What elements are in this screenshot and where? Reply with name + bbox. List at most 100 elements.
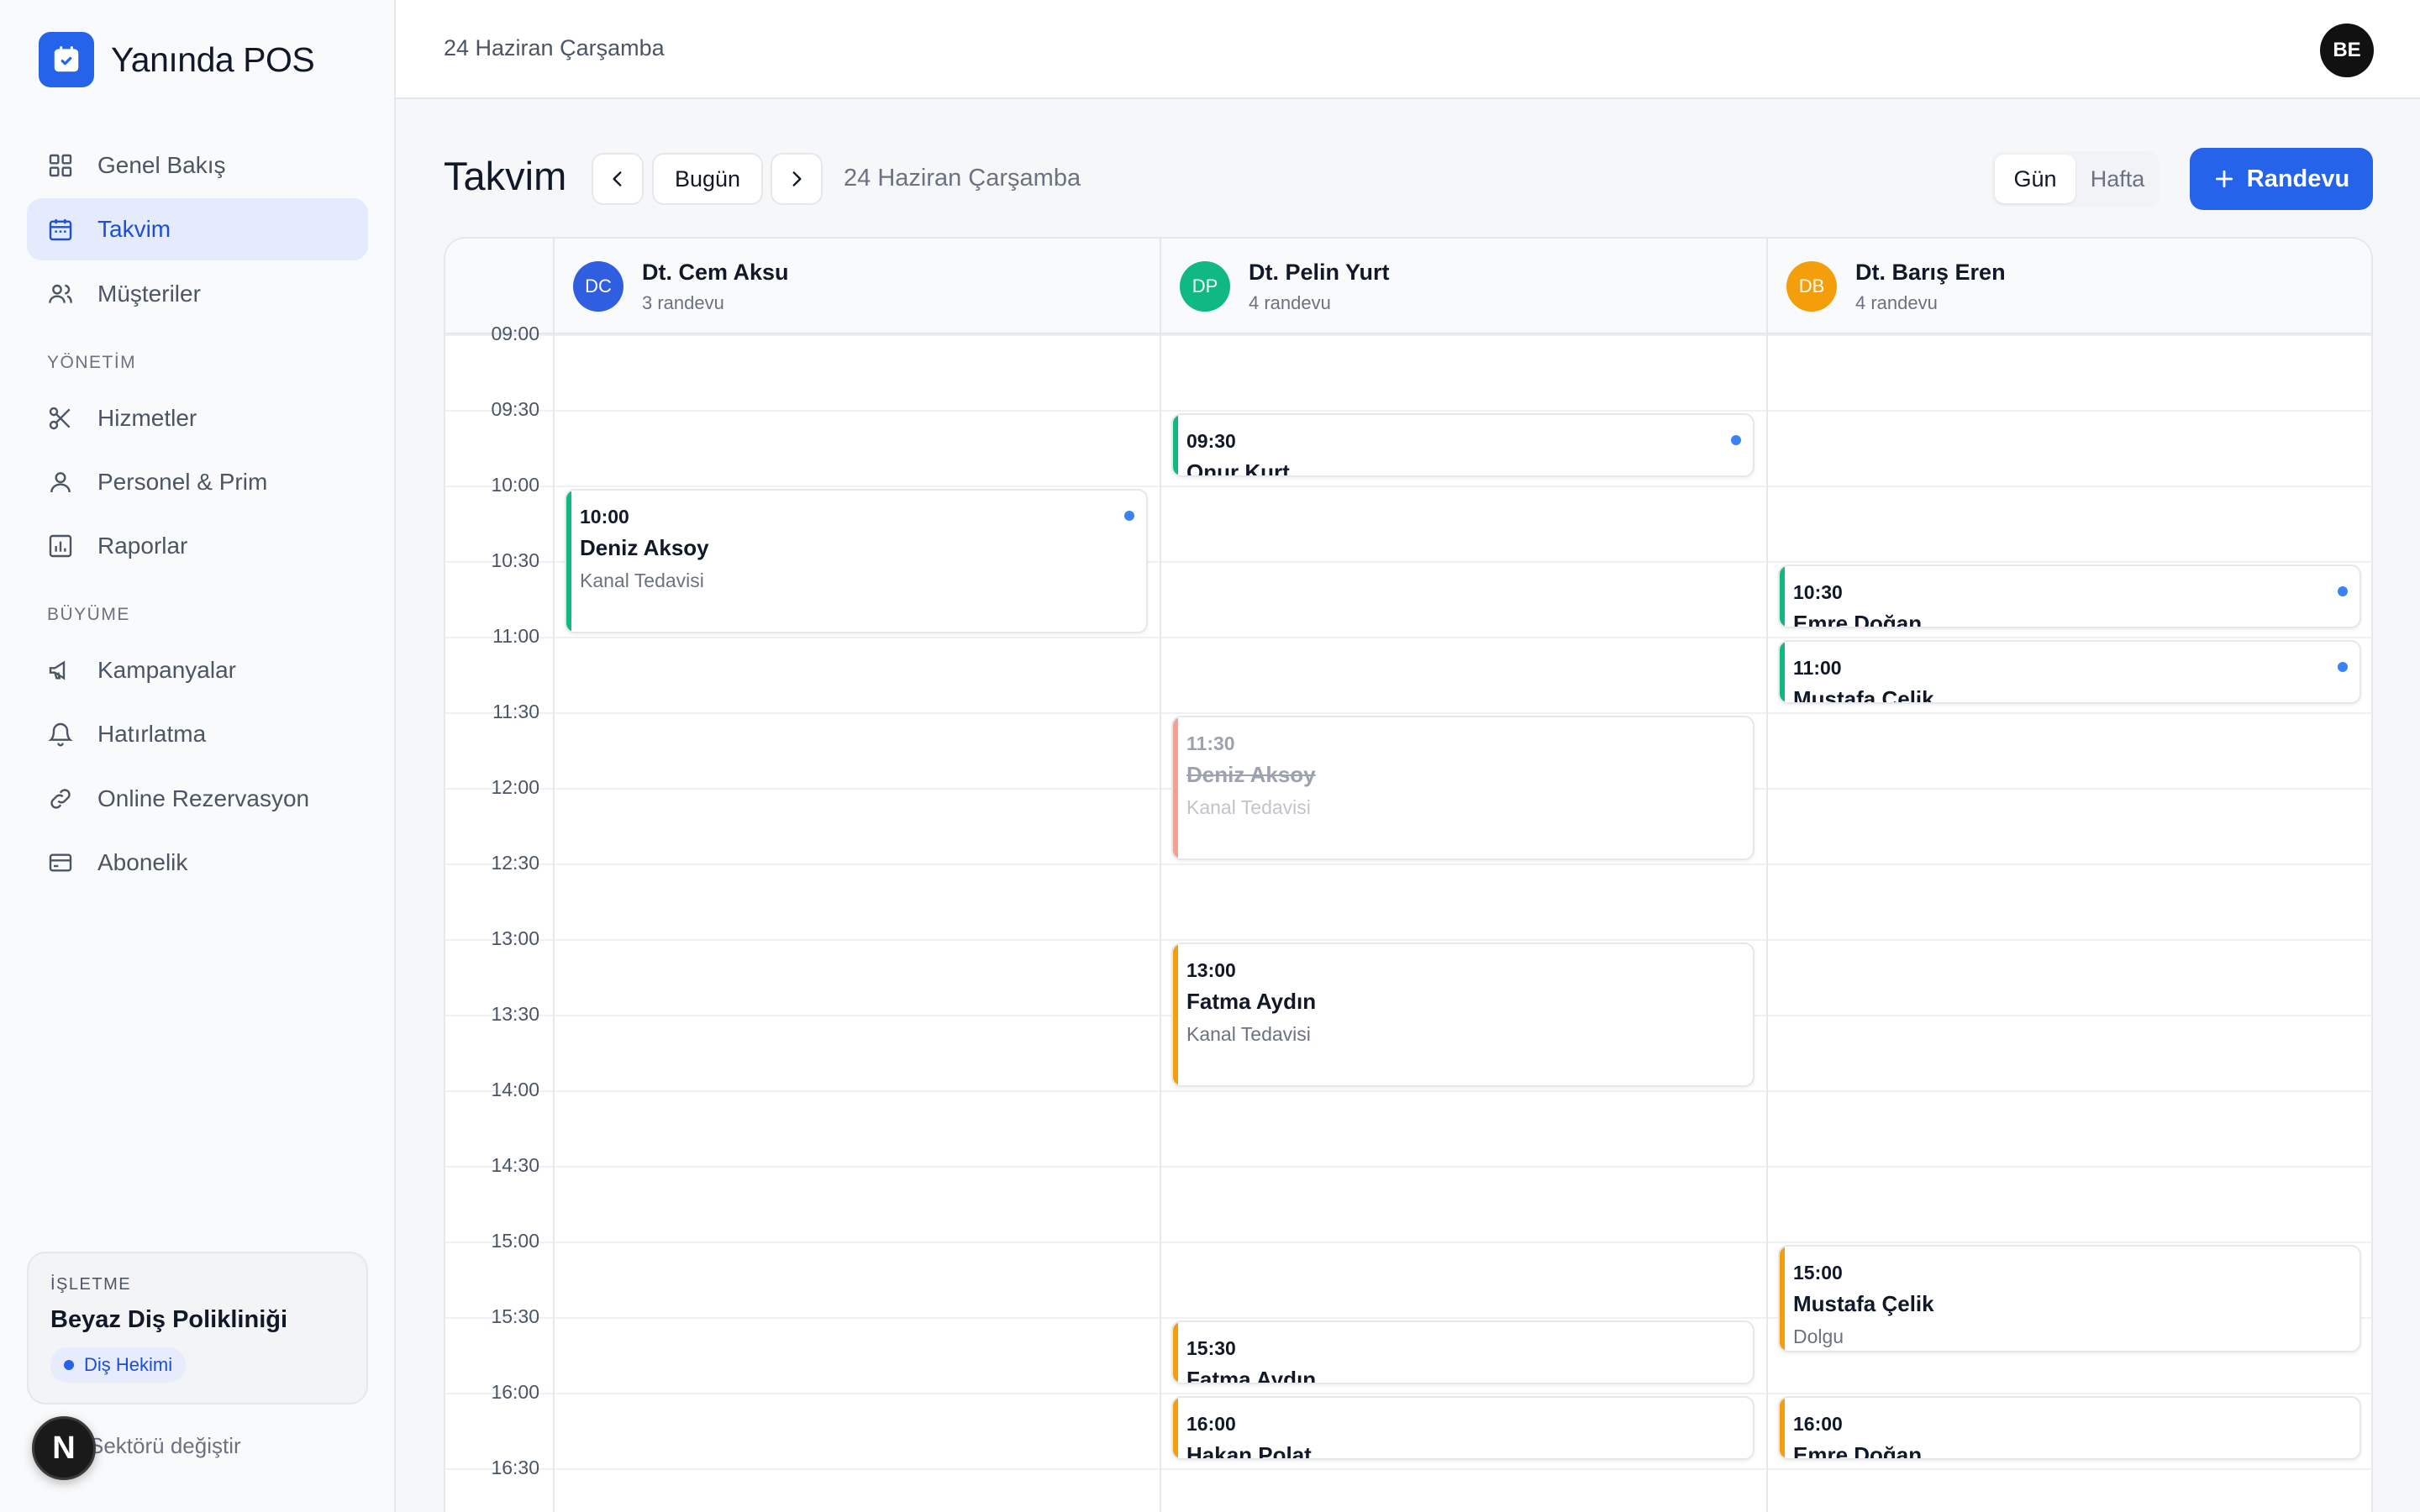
view-week-tab[interactable]: Hafta <box>2079 155 2156 203</box>
reminder-dot-icon <box>2338 586 2348 596</box>
plus-icon <box>2215 170 2233 188</box>
time-label: 15:30 <box>491 1305 539 1327</box>
user-icon <box>50 472 71 493</box>
appointment-card[interactable]: 11:30 Deniz Aksoy Kanal Tedavisi <box>1171 716 1754 860</box>
appointment-service: Kanal Tedavisi <box>1186 796 1311 818</box>
sidebar-item-label: Genel Bakış <box>97 152 226 178</box>
sidebar-item-staff[interactable]: Personel & Prim <box>27 451 368 513</box>
appointment-card[interactable]: 11:00 Mustafa Çelik <box>1778 640 2361 704</box>
column-divider <box>553 239 555 1512</box>
logo[interactable]: Yanında POS <box>39 32 315 87</box>
appointment-customer: Deniz Aksoy <box>580 535 709 560</box>
sidebar-item-customers[interactable]: Müşteriler <box>27 263 368 325</box>
appointment-card[interactable]: 16:00 Emre Doğan <box>1778 1396 2361 1460</box>
grid-icon <box>49 154 72 177</box>
sidebar-item-campaigns[interactable]: Kampanyalar <box>27 639 368 701</box>
sector-switch-link[interactable]: Sektörü değiştir <box>89 1433 241 1459</box>
status-bar <box>1780 1398 1785 1458</box>
appointment-time: 11:00 <box>1793 657 1842 679</box>
n-badge-button[interactable]: N <box>32 1416 96 1480</box>
calendar-body[interactable]: 09:00 09:30 10:00 10:30 11:00 11:30 12:00 12:30… <box>445 323 2371 1512</box>
appointment-time: 10:00 <box>580 506 629 528</box>
appointment-time: 10:30 <box>1793 581 1843 603</box>
time-label: 16:00 <box>491 1381 539 1403</box>
status-bar <box>566 491 571 632</box>
time-label: 09:00 <box>491 323 539 344</box>
section-label-growth: BÜYÜME <box>47 605 130 624</box>
appointment-time: 16:00 <box>1793 1413 1843 1435</box>
appointment-time: 15:00 <box>1793 1262 1843 1284</box>
sidebar-item-reports[interactable]: Raporlar <box>27 515 368 577</box>
time-label: 13:30 <box>491 1003 539 1025</box>
view-switch: Gün Hafta <box>1991 151 2160 207</box>
view-day-tab[interactable]: Gün <box>1995 155 2075 203</box>
sidebar-item-label: Hizmetler <box>97 405 197 431</box>
appointment-customer: Hakan Polat <box>1186 1442 1312 1460</box>
appointment-customer: Fatma Aydın <box>1186 989 1317 1014</box>
sidebar-item-label: Takvim <box>97 216 171 242</box>
time-label: 12:00 <box>491 776 539 798</box>
appointment-card[interactable]: 15:30 Fatma Aydın <box>1171 1320 1754 1384</box>
business-label: İŞLETME <box>50 1275 132 1294</box>
appointment-customer: Deniz Aksoy <box>1186 762 1316 787</box>
grid-line <box>445 712 2371 714</box>
previous-day-button[interactable] <box>592 153 644 205</box>
app-name: Yanında POS <box>111 39 315 79</box>
grid-line <box>445 864 2371 865</box>
bell-icon <box>48 722 73 747</box>
sidebar-item-label: Personel & Prim <box>97 469 268 495</box>
reminder-dot-icon <box>1124 511 1134 521</box>
appointment-time: 09:30 <box>1186 430 1236 452</box>
sidebar-item-subscription[interactable]: Abonelik <box>27 832 368 894</box>
grid-line <box>445 1242 2371 1243</box>
appointment-service: Kanal Tedavisi <box>1186 1023 1311 1045</box>
appointment-service: Dolgu <box>1793 1326 1844 1347</box>
appointment-card[interactable]: 16:00 Hakan Polat <box>1171 1396 1754 1460</box>
appointment-time: 13:00 <box>1186 959 1236 981</box>
appointment-card[interactable]: 13:00 Fatma Aydın Kanal Tedavisi <box>1171 942 1754 1087</box>
status-bar <box>1173 415 1178 475</box>
appointment-customer: Mustafa Çelik <box>1793 1291 1934 1316</box>
staff-avatar: DC <box>573 261 623 312</box>
today-button[interactable]: Bugün <box>652 153 763 205</box>
appointment-customer: Fatma Aydın <box>1186 1367 1317 1384</box>
appointment-card[interactable]: 10:30 Emre Doğan <box>1778 564 2361 628</box>
add-appointment-button[interactable]: Randevu <box>2190 148 2373 210</box>
sidebar-item-overview[interactable]: Genel Bakış <box>27 134 368 197</box>
staff-count: 4 randevu <box>1855 291 1938 313</box>
chevron-left-icon <box>613 171 622 186</box>
grid-line <box>445 637 2371 638</box>
section-label-management: YÖNETİM <box>47 353 137 372</box>
status-bar <box>1780 642 1785 702</box>
user-avatar[interactable]: BE <box>2320 24 2374 77</box>
current-date: 24 Haziran Çarşamba <box>844 165 1081 192</box>
sidebar-item-services[interactable]: Hizmetler <box>27 387 368 449</box>
grid-line <box>445 1393 2371 1394</box>
calendar-header: DC Dt. Cem Aksu 3 randevu DP Dt. Pelin Y… <box>445 239 2371 334</box>
appointment-card[interactable]: 09:30 Onur Kurt <box>1171 413 1754 477</box>
sidebar-item-calendar[interactable]: Takvim <box>27 198 368 260</box>
sidebar-item-online-booking[interactable]: Online Rezervasyon <box>27 768 368 830</box>
column-divider <box>1160 239 1161 1512</box>
link-icon <box>50 789 71 809</box>
sidebar-item-label: Müşteriler <box>97 281 201 307</box>
reminder-dot-icon <box>1731 435 1741 445</box>
appointment-time: 15:30 <box>1186 1337 1236 1359</box>
scissors-icon <box>49 407 71 430</box>
appointment-card[interactable]: 10:00 Deniz Aksoy Kanal Tedavisi <box>565 489 1148 633</box>
staff-column-header[interactable]: DB Dt. Barış Eren 4 randevu <box>1766 239 2006 334</box>
staff-column-header[interactable]: DP Dt. Pelin Yurt 4 randevu <box>1160 239 1390 334</box>
sidebar: Yanında POS Genel Bakış Takvim Müşterile… <box>0 0 396 1512</box>
next-day-button[interactable] <box>771 153 823 205</box>
appointment-time: 11:30 <box>1186 732 1235 754</box>
sidebar-item-reminders[interactable]: Hatırlatma <box>27 703 368 765</box>
status-dot-icon <box>64 1360 74 1370</box>
appointment-card[interactable]: 15:00 Mustafa Çelik Dolgu <box>1778 1245 2361 1352</box>
staff-column-header[interactable]: DC Dt. Cem Aksu 3 randevu <box>553 239 789 334</box>
header-date: 24 Haziran Çarşamba <box>444 35 665 60</box>
calendar-grid: DC Dt. Cem Aksu 3 randevu DP Dt. Pelin Y… <box>444 237 2373 1512</box>
time-label: 16:30 <box>491 1457 539 1478</box>
page-title: Takvim <box>444 154 567 198</box>
sidebar-item-label: Abonelik <box>97 849 188 875</box>
grid-line <box>445 1468 2371 1470</box>
